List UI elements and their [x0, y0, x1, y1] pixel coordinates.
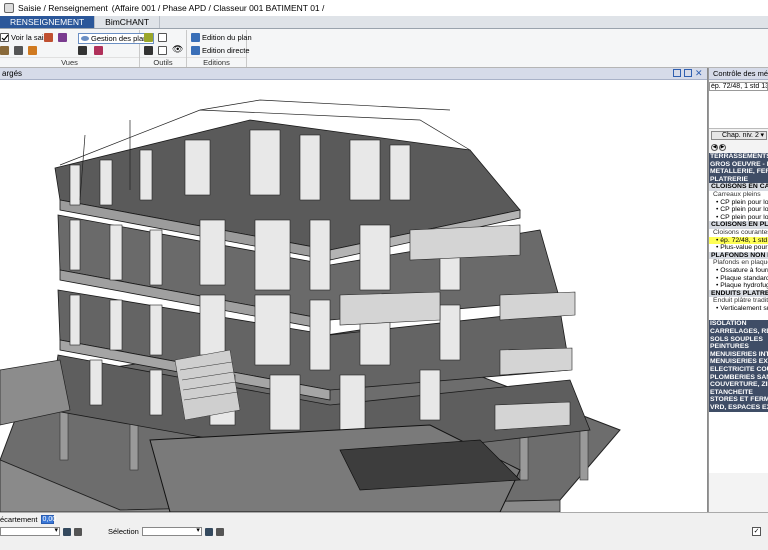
model-viewport[interactable]: argés ✕	[0, 68, 708, 512]
tree-row-cat[interactable]: TERRASSEMENTS	[709, 153, 768, 161]
group-editions-label: Editions	[187, 57, 246, 67]
selection-combo[interactable]	[141, 526, 202, 536]
tree-row-hl[interactable]: • ép. 72/48, 1 std 13, 1	[709, 236, 768, 245]
window-context: (Affaire 001 / Phase APD / Classeur 001 …	[111, 3, 325, 13]
tree-row-cat[interactable]: STORES ET FERMETURES	[709, 396, 768, 404]
group-vues-label: Vues	[0, 57, 139, 67]
maximize-icon[interactable]	[684, 69, 692, 77]
tree-row-cat[interactable]: MENUISERIES EXTERIEURES	[709, 358, 768, 367]
viewport-window-buttons: ✕	[673, 69, 703, 78]
status-bar: écartement 0,00 Sélection ✓	[0, 512, 768, 550]
restore-icon[interactable]	[673, 69, 681, 77]
edit-plan-icon	[191, 33, 200, 42]
group-vues: Voir la saisie Gestion des plans Vues	[0, 30, 155, 67]
title-bar: Saisie / Renseignement (Affaire 001 / Ph…	[0, 0, 768, 16]
tree-row-item[interactable]: • CP plein pour local très humide	[709, 214, 768, 222]
tree-row-cat[interactable]: COUVERTURE, ZINGUERIE	[709, 381, 768, 389]
tree-row-cat[interactable]: ELECTRICITE COURANTS	[709, 366, 768, 374]
chapter-tree[interactable]: TERRASSEMENTSGROS OEUVRE - MAÇONNERIEMET…	[709, 153, 768, 473]
tree-row-cat[interactable]: PLATRERIE	[709, 175, 768, 184]
ecartement-input[interactable]: 0,00	[40, 515, 56, 524]
viewport-title: argés	[2, 69, 23, 78]
selection-label: Sélection	[108, 527, 139, 536]
eye-icon	[81, 36, 89, 41]
metres-panel: Contrôle des métrés ép. 72/48, 1 std 13,…	[708, 68, 768, 512]
filter-combo[interactable]	[0, 526, 60, 536]
frame-icon[interactable]	[158, 46, 167, 55]
edition-directe-button[interactable]: Edition directe	[191, 46, 250, 55]
tree-row-cat[interactable]: CARRELAGES, REVETEMENTS	[709, 328, 768, 336]
close-icon[interactable]: ✕	[695, 69, 703, 78]
tab-renseignement[interactable]: RENSEIGNEMENT	[0, 16, 96, 28]
tree-row-item[interactable]: • Plaque hydrofuge BA13	[709, 282, 768, 290]
visibility-icon[interactable]: 👁	[172, 44, 183, 55]
nav-next-icon[interactable]: ▶	[719, 144, 726, 151]
tree-row-sub[interactable]: PLAFONDS NON DEMONTABLES	[709, 251, 768, 260]
tree-row-cat[interactable]: PLOMBERIES SANITAIRES	[709, 373, 768, 382]
selection-delete-icon[interactable]	[215, 527, 224, 536]
building-3d-model[interactable]	[0, 80, 707, 512]
tree-row-item[interactable]: • Plaque standard BA13	[709, 275, 768, 283]
ecartement-label: écartement	[0, 515, 38, 524]
ribbon: Voir la saisie Gestion des plans Vues 👁 …	[0, 29, 768, 68]
tree-row-sub[interactable]: ENDUITS PLATRE TRADITIONNELS	[709, 289, 768, 298]
app-icon	[4, 3, 14, 13]
nav-prev-icon[interactable]: ◀	[711, 144, 718, 151]
status-checkbox-icon[interactable]: ✓	[752, 527, 761, 536]
group-editions: Edition du plan Edition directe Editions	[187, 30, 252, 67]
measure-icon[interactable]	[144, 33, 153, 42]
tab-bimchant[interactable]: BimCHANT	[95, 16, 161, 28]
checkbox-checked-icon	[0, 33, 9, 42]
view-icon-red[interactable]	[44, 33, 53, 42]
ecartement-row: écartement 0,00	[0, 515, 56, 524]
tree-row-cat[interactable]: VRD, ESPACES EXTERIEURS	[709, 404, 768, 412]
selection-save-icon[interactable]	[204, 527, 213, 536]
edition-plan-button[interactable]: Edition du plan	[191, 33, 252, 42]
view-icon-purple[interactable]	[58, 33, 67, 42]
tree-row-cat[interactable]: PEINTURES	[709, 343, 768, 351]
chapter-level-select[interactable]: Chap. niv. 2	[711, 131, 767, 140]
tree-row-cat[interactable]: MENUISERIES INTERIEURES	[709, 350, 768, 359]
group-outils: 👁 Outils	[140, 30, 187, 67]
save-icon[interactable]	[63, 527, 71, 536]
tree-row-item[interactable]: • Verticalement sur maçonnerie	[709, 305, 768, 313]
tree-row-item[interactable]: • CP plein pour local humide	[709, 206, 768, 214]
status-check[interactable]: ✓	[752, 527, 761, 536]
panel-blank-area	[709, 91, 768, 129]
tree-row-cat[interactable]: GROS OEUVRE - MAÇONNERIE	[709, 160, 768, 169]
grid-icon[interactable]	[78, 46, 87, 55]
tree-row-cat[interactable]: ETANCHEITE	[709, 388, 768, 397]
edit-icon[interactable]	[0, 46, 9, 55]
tree-row-sub[interactable]: CLOISONS EN PLAQUES	[709, 221, 768, 229]
layers-icon[interactable]	[14, 46, 23, 55]
tree-row-ssub[interactable]: Cloisons courantes de distribution	[709, 229, 768, 237]
tree-row-item[interactable]: • Plus-value pour plaque hydro	[709, 244, 768, 252]
delete-icon[interactable]	[74, 527, 82, 536]
hierarchy-icon[interactable]	[144, 46, 153, 55]
tree-row-ssub[interactable]: Carreaux pleins	[709, 191, 768, 199]
selected-article-field[interactable]: ép. 72/48, 1 std 13, 1...	[709, 82, 768, 91]
tree-row-ssub[interactable]: Plafonds en plaques	[709, 259, 768, 267]
tree-row-blank[interactable]	[709, 312, 768, 320]
tree-row-cat[interactable]: METALLERIE, FERRONNERIE	[709, 168, 768, 176]
image-icon[interactable]	[158, 33, 167, 42]
viewport-header: argés ✕	[0, 68, 707, 80]
tree-nav: ◀ ▶	[709, 142, 768, 153]
tree-row-cat[interactable]: SOLS SOUPLES	[709, 335, 768, 344]
bottom-toolbar: Sélection	[0, 526, 224, 536]
ribbon-tabs: RENSEIGNEMENT BimCHANT	[0, 16, 768, 29]
plan-icon[interactable]	[94, 46, 103, 55]
tree-row-item[interactable]: • CP plein pour local sec	[709, 199, 768, 207]
tool-icon-orange[interactable]	[28, 46, 37, 55]
group-outils-label: Outils	[140, 57, 186, 67]
window-title: Saisie / Renseignement	[18, 3, 108, 13]
tree-row-ssub[interactable]: Enduit plâtre traditionnel	[709, 297, 768, 305]
tree-row-sub[interactable]: CLOISONS EN CARREAUX	[709, 183, 768, 191]
panel-title: Contrôle des métrés	[709, 68, 768, 80]
tree-row-item[interactable]: • Ossature à fourrures	[709, 267, 768, 275]
tree-row-cat[interactable]: ISOLATION	[709, 320, 768, 329]
edit-direct-icon	[191, 46, 200, 55]
